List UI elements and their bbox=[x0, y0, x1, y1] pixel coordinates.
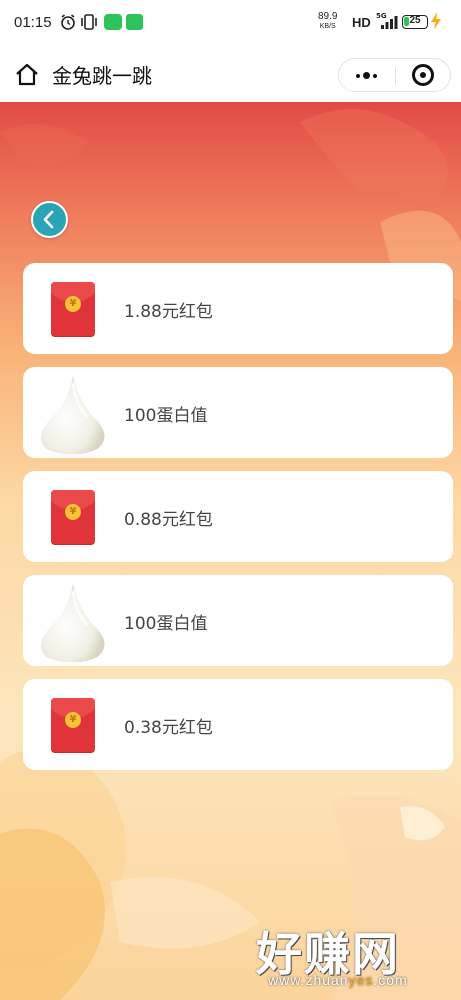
hd-indicator: HD bbox=[352, 15, 371, 30]
network-speed: 89.9 KB/S bbox=[318, 12, 337, 32]
watermark-url: www.zhuanyes.com bbox=[268, 972, 408, 988]
signal-icon bbox=[381, 16, 398, 29]
battery-text: 25 bbox=[409, 15, 421, 26]
egg-white-drop-icon bbox=[41, 583, 105, 663]
reward-item: ¥1.88元红包 bbox=[23, 263, 453, 354]
reward-list: ¥1.88元红包 100蛋白值 ¥0.88元红包 100蛋白值 ¥0.38元红包 bbox=[23, 263, 453, 783]
watermark-url-a: www.zhuan bbox=[268, 972, 349, 988]
reward-item: 100蛋白值 bbox=[23, 367, 453, 458]
reward-label: 0.88元红包 bbox=[124, 510, 213, 530]
reward-label: 1.88元红包 bbox=[124, 302, 213, 322]
reward-item: ¥0.88元红包 bbox=[23, 471, 453, 562]
watermark-url-c: .com bbox=[373, 972, 408, 988]
vibrate-icon bbox=[81, 14, 97, 30]
reward-label: 100蛋白值 bbox=[124, 406, 208, 426]
wechat-icon bbox=[104, 14, 122, 30]
back-button[interactable] bbox=[31, 201, 68, 238]
status-bar: 01:15 89.9 KB/S HD 5G 25 bbox=[0, 0, 461, 46]
close-miniprogram-icon bbox=[412, 64, 434, 86]
red-packet-icon: ¥ bbox=[51, 698, 95, 753]
egg-white-drop-icon bbox=[41, 375, 105, 455]
reward-item: 100蛋白值 bbox=[23, 575, 453, 666]
speed-value: 89.9 bbox=[318, 11, 338, 22]
nav-bar: 金兔跳一跳 bbox=[0, 46, 461, 102]
reward-label: 100蛋白值 bbox=[124, 614, 208, 634]
status-time: 01:15 bbox=[14, 14, 52, 31]
red-packet-coin: ¥ bbox=[65, 296, 81, 312]
watermark-url-b: yes bbox=[348, 972, 374, 988]
reward-label: 0.38元红包 bbox=[124, 718, 213, 738]
more-button[interactable] bbox=[339, 59, 395, 91]
reward-item: ¥0.38元红包 bbox=[23, 679, 453, 770]
red-packet-coin: ¥ bbox=[65, 504, 81, 520]
close-button[interactable] bbox=[396, 59, 450, 91]
red-packet-icon: ¥ bbox=[51, 490, 95, 545]
red-packet-coin: ¥ bbox=[65, 712, 81, 728]
battery-icon: 25 bbox=[402, 15, 428, 29]
page-title: 金兔跳一跳 bbox=[52, 64, 152, 88]
alarm-icon bbox=[61, 14, 75, 30]
home-icon[interactable] bbox=[14, 62, 40, 86]
charging-icon bbox=[431, 12, 441, 30]
red-packet-icon: ¥ bbox=[51, 282, 95, 337]
more-dots-icon bbox=[363, 72, 370, 79]
more-dots-icon bbox=[373, 74, 377, 78]
more-dots-icon bbox=[356, 74, 360, 78]
chevron-left-icon bbox=[43, 210, 54, 229]
speed-unit: KB/S bbox=[319, 23, 336, 30]
capsule-menu bbox=[338, 58, 451, 92]
message-icon bbox=[126, 14, 143, 30]
